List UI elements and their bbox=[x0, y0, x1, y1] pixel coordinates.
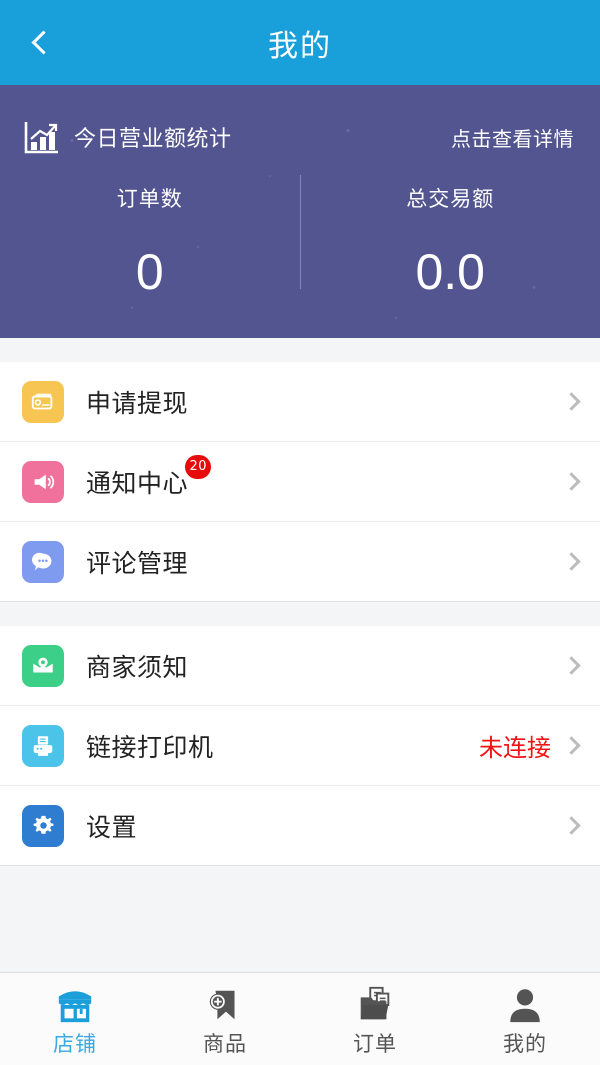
revenue-stats-panel[interactable]: 今日营业额统计 点击查看详情 订单数 0 总交易额 0.0 bbox=[0, 85, 600, 338]
menu-group-2: 商家须知 链接打印机 未连接 设置 bbox=[0, 626, 600, 866]
chevron-right-icon bbox=[562, 656, 581, 675]
tab-mine[interactable]: 我的 bbox=[450, 973, 600, 1065]
stats-title: 今日营业额统计 bbox=[74, 126, 232, 151]
megaphone-icon bbox=[22, 460, 64, 503]
stat-total-transaction: 总交易额 0.0 bbox=[301, 161, 600, 331]
tab-orders[interactable]: 订单 bbox=[300, 973, 450, 1065]
section-spacer bbox=[0, 338, 600, 362]
bar-chart-icon bbox=[24, 120, 60, 154]
person-icon bbox=[502, 981, 548, 1025]
stat-label: 订单数 bbox=[116, 188, 183, 211]
stat-order-count: 订单数 0 bbox=[0, 161, 300, 331]
back-button[interactable] bbox=[8, 0, 72, 85]
tab-label: 商品 bbox=[203, 1032, 247, 1056]
menu-item-label-text: 通知中心 bbox=[86, 469, 189, 498]
tab-label: 订单 bbox=[353, 1032, 397, 1056]
menu-item-label: 商家须知 bbox=[86, 653, 189, 682]
envelope-icon bbox=[22, 644, 64, 687]
menu-item-label: 链接打印机 bbox=[86, 733, 214, 762]
chat-bubble-icon bbox=[22, 540, 64, 583]
tab-products[interactable]: 商品 bbox=[150, 973, 300, 1065]
menu-item-label: 设置 bbox=[86, 813, 138, 842]
menu-item-label: 申请提现 bbox=[86, 389, 189, 418]
notification-badge: 20 bbox=[185, 454, 212, 479]
menu-item-connect-printer[interactable]: 链接打印机 未连接 bbox=[0, 706, 600, 786]
chevron-right-icon bbox=[562, 736, 581, 755]
menu-group-1: 申请提现 通知中心 20 评论管理 bbox=[0, 362, 600, 602]
printer-status: 未连接 bbox=[479, 735, 551, 762]
chevron-left-icon bbox=[30, 30, 56, 55]
tab-label: 我的 bbox=[503, 1032, 547, 1056]
menu-item-comment-management[interactable]: 评论管理 bbox=[0, 522, 600, 602]
section-spacer bbox=[0, 602, 600, 626]
page-title: 我的 bbox=[268, 29, 332, 63]
stat-label: 总交易额 bbox=[406, 188, 495, 211]
chevron-right-icon bbox=[562, 472, 581, 491]
order-folder-icon bbox=[352, 981, 398, 1025]
stats-columns: 订单数 0 总交易额 0.0 bbox=[0, 161, 600, 331]
stat-value: 0.0 bbox=[415, 244, 485, 300]
tab-label: 店铺 bbox=[53, 1032, 97, 1056]
chevron-right-icon bbox=[562, 816, 581, 835]
storefront-icon bbox=[52, 981, 98, 1025]
menu-item-withdraw[interactable]: 申请提现 bbox=[0, 362, 600, 442]
bottom-tab-bar: 店铺 商品 订单 我的 bbox=[0, 972, 600, 1065]
menu-item-settings[interactable]: 设置 bbox=[0, 786, 600, 866]
view-detail-link[interactable]: 点击查看详情 bbox=[451, 123, 574, 152]
printer-icon bbox=[22, 724, 64, 767]
menu-body: 申请提现 通知中心 20 评论管理 商家须知 链接打印机 未连接 设置 bbox=[0, 338, 600, 972]
gear-icon bbox=[22, 804, 64, 847]
menu-item-merchant-notice[interactable]: 商家须知 bbox=[0, 626, 600, 706]
menu-item-label: 通知中心 20 bbox=[86, 454, 212, 500]
app-header: 我的 bbox=[0, 0, 600, 85]
chevron-right-icon bbox=[562, 552, 581, 571]
product-tag-icon bbox=[202, 981, 248, 1025]
credit-card-icon bbox=[22, 380, 64, 423]
tab-store[interactable]: 店铺 bbox=[0, 973, 150, 1065]
menu-item-label: 评论管理 bbox=[86, 549, 189, 578]
stat-value: 0 bbox=[135, 244, 164, 300]
stats-header-row: 今日营业额统计 点击查看详情 bbox=[0, 85, 600, 161]
chevron-right-icon bbox=[562, 392, 581, 411]
menu-item-notification-center[interactable]: 通知中心 20 bbox=[0, 442, 600, 522]
app-screen: 我的 今日营业额统计 点击查看详情 订单数 0 总交易额 0.0 申请提现 通知… bbox=[0, 0, 600, 1065]
